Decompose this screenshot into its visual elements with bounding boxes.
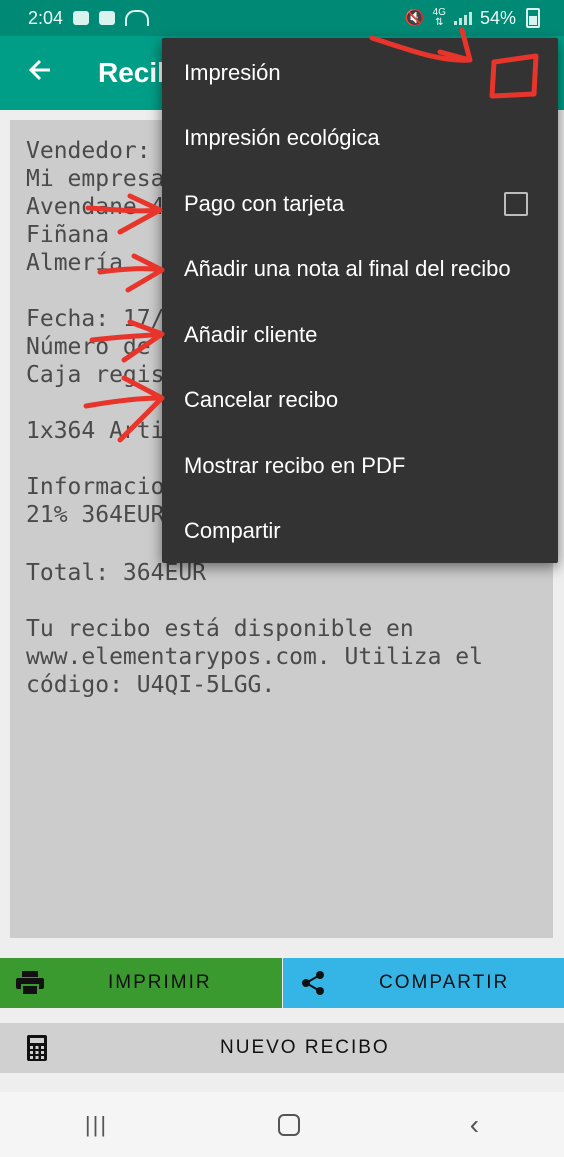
share-icon	[283, 970, 343, 996]
signal-icon	[453, 11, 472, 25]
menu-item-card-payment[interactable]: Pago con tarjeta	[162, 171, 558, 236]
receipt-line: Fiñana	[26, 222, 110, 248]
network-type-icon: 4G ⇅	[433, 8, 446, 28]
new-receipt-button[interactable]: NUEVO RECIBO	[0, 1023, 564, 1073]
back-icon[interactable]: ‹	[470, 1109, 479, 1141]
receipt-line: Informacio	[26, 474, 165, 500]
receipt-line: Caja regis	[26, 362, 165, 388]
share-button[interactable]: COMPARTIR	[283, 958, 564, 1008]
menu-item-label: Mostrar recibo en PDF	[184, 452, 406, 478]
system-nav-bar: ||| ‹	[0, 1092, 564, 1157]
share-button-label: COMPARTIR	[379, 972, 510, 993]
mute-icon: 🔇	[404, 10, 425, 27]
gallery-notification-icon	[73, 11, 90, 25]
home-icon[interactable]	[277, 1113, 300, 1136]
menu-item-add-customer[interactable]: Añadir cliente	[162, 302, 558, 367]
data-arrows-icon: ⇅	[435, 17, 444, 28]
battery-icon	[526, 8, 540, 28]
menu-item-label: Añadir una nota al final del recibo	[184, 255, 511, 281]
menu-item-label: Impresión	[184, 59, 281, 85]
receipt-line: 1x364 Arti	[26, 418, 165, 444]
calculator-icon	[0, 1034, 74, 1062]
status-time: 2:04	[28, 7, 64, 28]
receipt-line: Mi empresa	[26, 166, 165, 192]
arrow-left-icon[interactable]	[20, 55, 60, 92]
app-notification-icon	[99, 11, 116, 25]
menu-item-add-note[interactable]: Añadir una nota al final del recibo	[162, 236, 558, 301]
print-button[interactable]: IMPRIMIR	[0, 958, 282, 1008]
menu-item-label: Cancelar recibo	[184, 386, 339, 412]
receipt-line: Total: 364EUR	[26, 560, 207, 586]
menu-item-print[interactable]: Impresión	[162, 40, 558, 105]
wifi-icon	[125, 10, 150, 26]
receipt-line: Fecha: 17/	[26, 306, 165, 332]
action-buttons: IMPRIMIR COMPARTIR	[0, 958, 564, 1008]
menu-item-label: Impresión ecológica	[184, 124, 380, 150]
card-payment-checkbox[interactable]	[504, 192, 528, 216]
status-bar: 2:04 🔇 4G ⇅ 54%	[0, 0, 564, 36]
receipt-line: Avendane 4	[26, 194, 165, 220]
print-button-label: IMPRIMIR	[108, 972, 212, 993]
overflow-menu: Impresión Impresión ecológica Pago con t…	[162, 38, 558, 563]
receipt-line: Número de	[26, 334, 151, 360]
menu-item-cancel-receipt[interactable]: Cancelar recibo	[162, 367, 558, 432]
receipt-line: Almería	[26, 250, 123, 276]
new-receipt-label: NUEVO RECIBO	[220, 1037, 390, 1058]
screen: 2:04 🔇 4G ⇅ 54% Recib Vendedor: Mi empre…	[0, 0, 564, 1157]
printer-icon	[0, 970, 60, 996]
receipt-line: Vendedor:	[26, 138, 151, 164]
battery-percent: 54%	[479, 7, 516, 28]
menu-item-eco-print[interactable]: Impresión ecológica	[162, 105, 558, 170]
receipt-line: 21% 364EUR	[26, 502, 165, 528]
recents-icon[interactable]: |||	[85, 1112, 108, 1138]
menu-item-show-pdf[interactable]: Mostrar recibo en PDF	[162, 433, 558, 498]
menu-item-label: Añadir cliente	[184, 321, 318, 347]
menu-item-label: Compartir	[184, 517, 281, 543]
menu-item-share[interactable]: Compartir	[162, 498, 558, 563]
receipt-line: código: U4QI-5LGG.	[26, 672, 276, 698]
menu-item-label: Pago con tarjeta	[184, 190, 345, 216]
receipt-line: Tu recibo está disponible en	[26, 616, 414, 642]
receipt-line: www.elementarypos.com. Utiliza el	[26, 644, 483, 670]
